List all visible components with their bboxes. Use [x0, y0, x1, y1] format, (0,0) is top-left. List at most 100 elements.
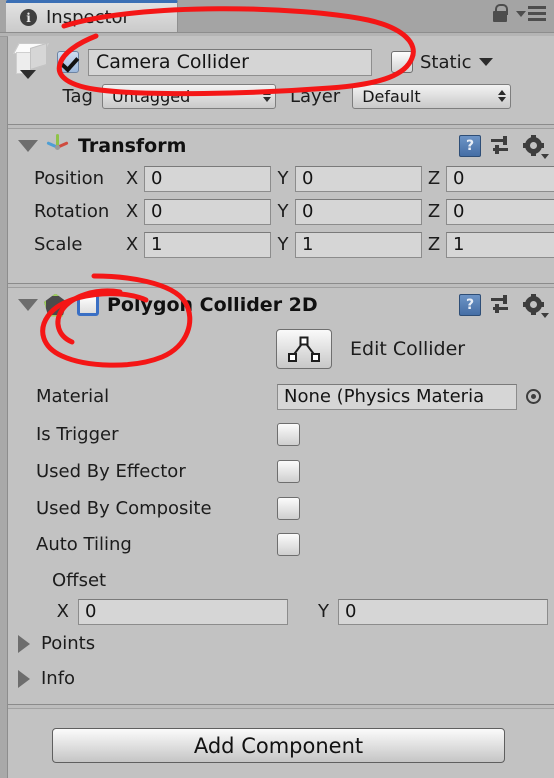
polygon-collider-header-actions: ? — [459, 293, 554, 318]
panel-left-gutter — [0, 27, 8, 778]
info-foldout-icon[interactable] — [18, 669, 30, 688]
footer-divider — [8, 704, 554, 709]
axis-label-y: Y — [277, 168, 289, 189]
gameobject-enabled-checkbox[interactable] — [57, 51, 79, 73]
transform-header-actions: ? — [459, 134, 554, 159]
info-foldout-row[interactable]: Info — [8, 663, 554, 694]
used-by-effector-row: Used By Effector — [8, 456, 554, 487]
inspector-window: i Inspector Camera Collider Static Tag U… — [0, 0, 554, 778]
offset-label-row: Offset — [8, 565, 554, 596]
layer-value: Default — [362, 86, 421, 106]
is-trigger-row: Is Trigger — [8, 419, 554, 450]
polygon-collider-icon — [44, 293, 67, 317]
offset-y-input[interactable]: 0 — [338, 598, 548, 625]
transform-scale-row: Scale X 1 Y 1 Z 1 — [8, 229, 554, 260]
is-trigger-label: Is Trigger — [36, 424, 119, 445]
used-by-composite-label: Used By Composite — [36, 498, 212, 519]
gameobject-header: Camera Collider Static Tag Untagged Laye… — [8, 36, 554, 117]
offset-label: Offset — [52, 570, 107, 591]
axis-label-y: Y — [277, 201, 289, 222]
static-label: Static — [420, 51, 472, 73]
preset-sliders-icon[interactable] — [491, 136, 513, 156]
polygon-collider-foldout-icon[interactable] — [18, 299, 38, 311]
points-foldout-row[interactable]: Points — [8, 628, 554, 659]
points-foldout-icon[interactable] — [18, 634, 30, 653]
object-picker-icon[interactable] — [526, 389, 541, 404]
edit-collider-label: Edit Collider — [350, 338, 466, 360]
position-x-input[interactable]: 0 — [144, 165, 271, 192]
help-book-icon[interactable]: ? — [459, 135, 481, 157]
tab-inspector[interactable]: i Inspector — [6, 0, 178, 32]
static-checkbox[interactable] — [391, 51, 413, 73]
transform-foldout-icon[interactable] — [18, 140, 38, 152]
transform-title: Transform — [78, 135, 187, 157]
tag-value: Untagged — [112, 86, 191, 106]
chevron-updown-icon — [498, 90, 507, 102]
cube-icon[interactable] — [10, 37, 57, 87]
rotation-label: Rotation — [34, 201, 110, 222]
axis-label-y: Y — [277, 234, 289, 255]
padlock-icon[interactable] — [492, 4, 509, 23]
axis-label-x: X — [125, 168, 139, 189]
axis-label-z: Z — [427, 168, 441, 189]
polygon-collider-enabled-checkbox[interactable] — [77, 294, 99, 316]
static-group: Static — [391, 51, 494, 73]
help-book-icon[interactable]: ? — [459, 294, 481, 316]
tab-bar-actions — [492, 4, 546, 23]
auto-tiling-row: Auto Tiling — [8, 529, 554, 560]
used-by-effector-checkbox[interactable] — [277, 460, 300, 483]
material-label: Material — [36, 386, 110, 407]
axis-label-z: Z — [427, 201, 441, 222]
edit-collider-button[interactable] — [276, 329, 332, 369]
used-by-composite-checkbox[interactable] — [277, 497, 300, 520]
static-dropdown-caret-icon[interactable] — [479, 58, 494, 66]
layer-dropdown[interactable]: Default — [352, 83, 512, 109]
axis-label-x: X — [125, 234, 139, 255]
transform-top-divider — [8, 124, 554, 129]
material-object-field[interactable]: None (Physics Materia — [277, 383, 517, 410]
is-trigger-checkbox[interactable] — [277, 423, 300, 446]
axis-label-x: X — [125, 201, 139, 222]
auto-tiling-label: Auto Tiling — [36, 534, 132, 555]
tag-label: Tag — [62, 85, 93, 107]
gameobject-name-row: Camera Collider Static — [8, 42, 550, 79]
tag-layer-row: Tag Untagged Layer Default — [8, 82, 550, 110]
gameobject-name-input[interactable]: Camera Collider — [88, 48, 372, 76]
preset-sliders-icon[interactable] — [491, 295, 513, 315]
rotation-y-input[interactable]: 0 — [295, 198, 422, 225]
chevron-updown-icon — [263, 90, 271, 102]
gear-icon[interactable] — [523, 293, 549, 318]
offset-values-row: X 0 Y 0 — [8, 596, 554, 627]
edit-collider-row: Edit Collider — [8, 326, 554, 372]
info-label: Info — [41, 668, 76, 689]
material-row: Material None (Physics Materia — [8, 381, 554, 412]
scale-y-input[interactable]: 1 — [295, 231, 422, 258]
position-z-input[interactable]: 0 — [446, 165, 554, 192]
rotation-z-input[interactable]: 0 — [446, 198, 554, 225]
transform-rotation-row: Rotation X 0 Y 0 Z 0 — [8, 196, 554, 227]
gear-icon[interactable] — [523, 134, 549, 159]
used-by-composite-row: Used By Composite — [8, 493, 554, 524]
transform-axis-gizmo-icon — [44, 133, 70, 159]
polygon-edit-icon — [287, 336, 321, 362]
position-y-input[interactable]: 0 — [295, 165, 422, 192]
add-component-button[interactable]: Add Component — [52, 728, 505, 763]
auto-tiling-checkbox[interactable] — [277, 533, 300, 556]
transform-position-row: Position X 0 Y 0 Z 0 — [8, 163, 554, 194]
hamburger-menu-icon[interactable] — [516, 6, 546, 21]
transform-header[interactable]: Transform ? — [8, 130, 554, 162]
rotation-x-input[interactable]: 0 — [144, 198, 271, 225]
scale-z-input[interactable]: 1 — [446, 231, 554, 258]
tag-dropdown[interactable]: Untagged — [102, 83, 276, 109]
offset-axis-label-y: Y — [318, 601, 329, 622]
polygon-collider-header[interactable]: Polygon Collider 2D ? — [8, 289, 554, 321]
tab-bar: i Inspector — [0, 0, 554, 32]
polygon-collider-title: Polygon Collider 2D — [107, 294, 318, 316]
tab-inspector-label: Inspector — [46, 7, 130, 28]
scale-x-input[interactable]: 1 — [144, 231, 271, 258]
offset-x-input[interactable]: 0 — [78, 598, 288, 625]
used-by-effector-label: Used By Effector — [36, 461, 186, 482]
axis-label-z: Z — [427, 234, 441, 255]
scale-label: Scale — [34, 234, 83, 255]
points-label: Points — [41, 633, 96, 654]
